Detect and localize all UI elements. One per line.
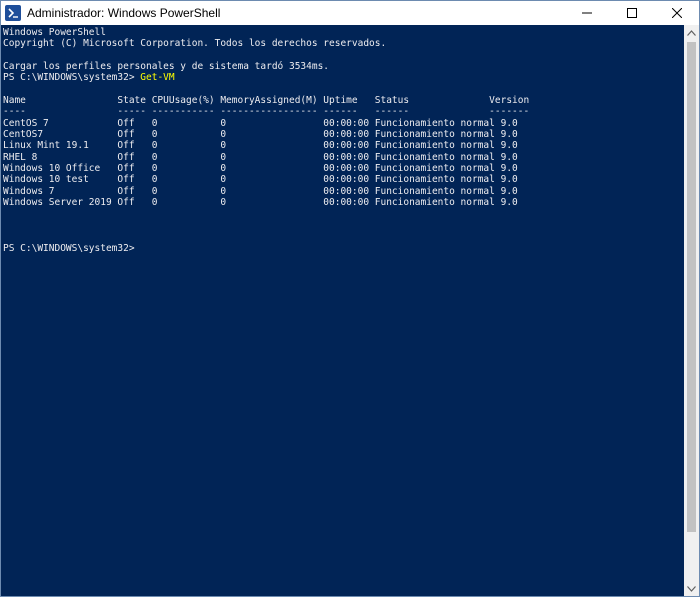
close-button[interactable] — [654, 1, 699, 25]
table-row: Windows 10 test Off 0 0 00:00:00 Funcion… — [3, 174, 518, 186]
table-row: CentOS 7 Off 0 0 00:00:00 Funcionamiento… — [3, 117, 518, 129]
powershell-window: Administrador: Windows PowerShell Window… — [0, 0, 700, 597]
window-title: Administrador: Windows PowerShell — [27, 6, 221, 20]
table-row: Linux Mint 19.1 Off 0 0 00:00:00 Funcion… — [3, 140, 518, 152]
title-bar[interactable]: Administrador: Windows PowerShell — [1, 1, 699, 25]
vertical-scrollbar[interactable] — [684, 25, 699, 596]
scrollbar-thumb[interactable] — [687, 42, 696, 532]
table-row: RHEL 8 Off 0 0 00:00:00 Funcionamiento n… — [3, 151, 518, 163]
profile-load-message: Cargar los perfiles personales y de sist… — [3, 61, 330, 73]
minimize-icon — [581, 12, 592, 14]
command-text: Get-VM — [140, 72, 175, 84]
scroll-up-button[interactable] — [684, 25, 699, 40]
banner-line: Windows PowerShell — [3, 27, 106, 38]
window-controls — [564, 1, 699, 25]
table-separator: ---- ----- ----------- -----------------… — [3, 106, 530, 118]
table-header: Name State CPUUsage(%) MemoryAssigned(M)… — [3, 95, 530, 107]
table-row: CentOS7 Off 0 0 00:00:00 Funcionamiento … — [3, 129, 518, 141]
scroll-down-button[interactable] — [684, 581, 699, 596]
maximize-button[interactable] — [609, 1, 654, 25]
powershell-icon[interactable] — [5, 5, 21, 21]
chevron-up-icon — [687, 29, 696, 36]
final-prompt: PS C:\WINDOWS\system32> — [3, 242, 135, 254]
table-row: Windows 10 Office Off 0 0 00:00:00 Funci… — [3, 163, 518, 175]
close-icon — [671, 8, 682, 18]
chevron-down-icon — [687, 585, 696, 592]
maximize-icon — [626, 8, 637, 18]
console-output[interactable]: Windows PowerShell Copyright (C) Microso… — [1, 25, 684, 596]
minimize-button[interactable] — [564, 1, 609, 25]
banner-line: Copyright (C) Microsoft Corporation. Tod… — [3, 38, 387, 50]
prompt: PS C:\WINDOWS\system32> — [3, 72, 141, 84]
table-row: Windows Server 2019 Off 0 0 00:00:00 Fun… — [3, 197, 518, 209]
table-row: Windows 7 Off 0 0 00:00:00 Funcionamient… — [3, 185, 518, 197]
